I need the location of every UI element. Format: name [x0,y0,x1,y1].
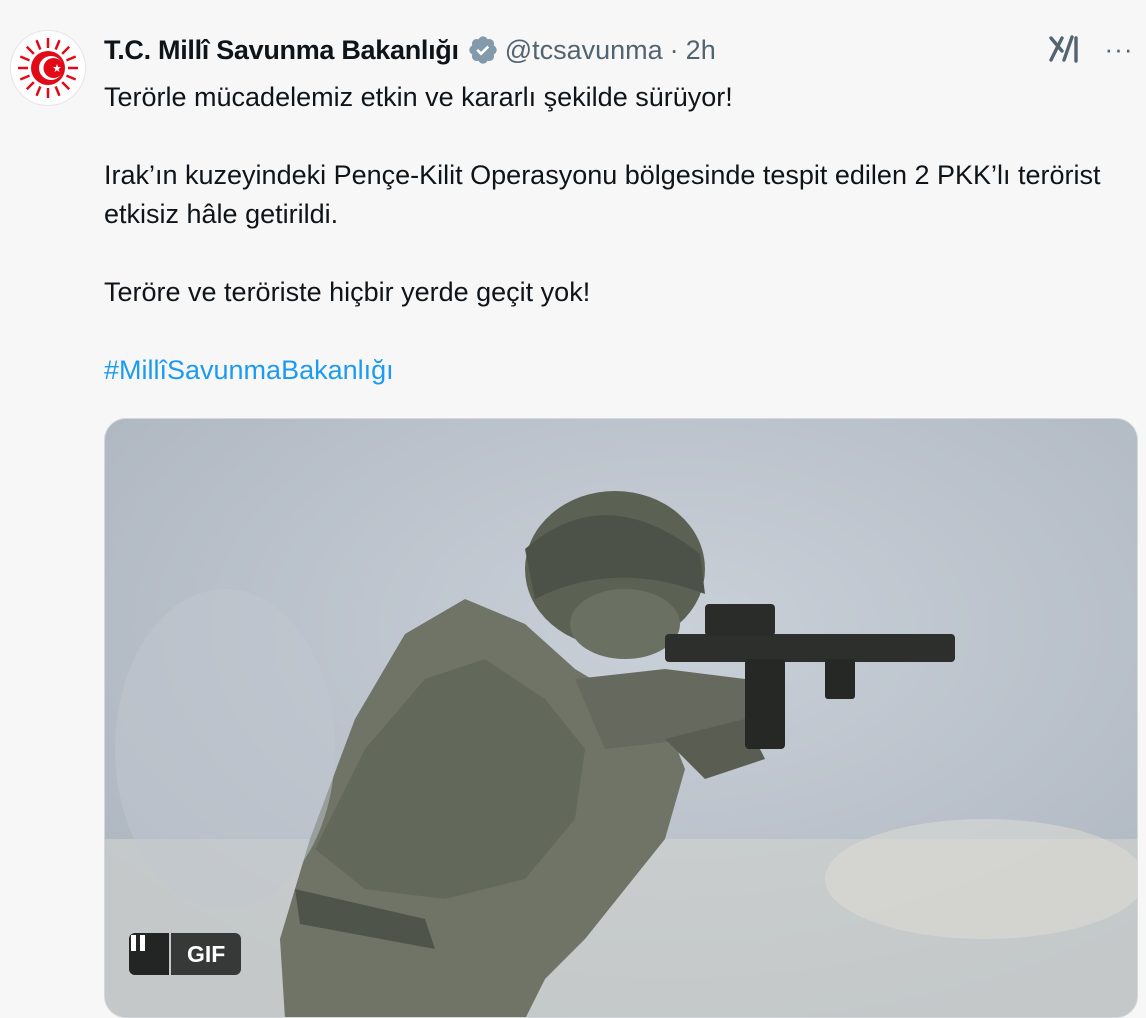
hashtag-link[interactable]: #MillîSavunmaBakanlığı [104,355,394,385]
tweet-header: T.C. Millî Savunma Bakanlığı @tcsavunma … [104,30,1026,70]
tweet-paragraph-2: Irak’ın kuzeyindeki Pençe-Kilit Operasyo… [104,160,1101,229]
avatar[interactable] [10,30,86,106]
tweet-paragraph-1: Terörle mücadelemiz etkin ve kararlı şek… [104,82,733,112]
grok-icon[interactable] [1044,28,1086,70]
gif-badge: GIF [171,933,242,975]
separator-dot: · [669,34,679,65]
display-name[interactable]: T.C. Millî Savunma Bakanlığı [104,35,459,66]
tweet-paragraph-3: Teröre ve teröriste hiçbir yerde geçit y… [104,277,591,307]
gif-controls: GIF [129,933,242,975]
tweet[interactable]: T.C. Millî Savunma Bakanlığı @tcsavunma … [0,0,1146,1018]
soldier-gif-image [105,419,1137,1017]
verified-badge-icon[interactable] [467,34,499,66]
more-options-icon[interactable]: ··· [1098,28,1140,70]
tweet-text: Terörle mücadelemiz etkin ve kararlı şek… [104,78,1104,390]
handle[interactable]: @tcsavunma [505,35,663,66]
ministry-emblem-icon [16,36,80,100]
header-actions: ··· [1044,28,1140,70]
pause-icon[interactable] [129,933,169,975]
timestamp[interactable]: 2h [686,35,716,66]
gif-media[interactable]: GIF [104,418,1138,1018]
